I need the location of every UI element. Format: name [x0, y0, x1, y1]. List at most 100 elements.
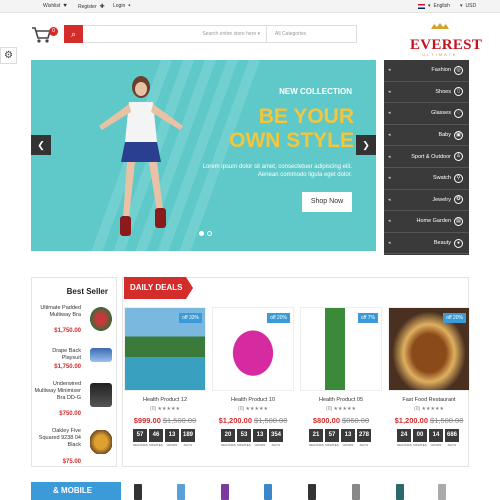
countdown-box: 53 MINUTES: [237, 429, 251, 447]
home-garden-icon: ▤: [454, 216, 463, 226]
countdown-timer: 57 SECONDS 46 MINUTES 13 HOURS 189 DAYS: [133, 429, 195, 447]
phone-thumbnail[interactable]: [352, 484, 360, 500]
countdown-box: 278 DAYS: [357, 429, 371, 447]
search-input[interactable]: Search entire store here ▾: [83, 25, 267, 43]
slider-prev-button[interactable]: ❮: [31, 135, 51, 155]
product-thumbnail[interactable]: [90, 430, 112, 454]
best-seller-name[interactable]: Underwired Multiway Minimiser Bra DD-G: [33, 381, 81, 402]
shop-now-button[interactable]: Shop Now: [302, 192, 352, 212]
chevron-left-icon: ◂: [388, 67, 391, 74]
old-price: $1,500.00: [162, 416, 197, 425]
language-select[interactable]: ▾ English: [418, 3, 450, 9]
currency-select[interactable]: ▾ USD: [460, 3, 476, 9]
countdown-box: 14 HOURS: [429, 429, 443, 447]
best-seller-price: $75.00: [62, 459, 81, 465]
phone-thumbnail[interactable]: [177, 484, 185, 500]
category-item[interactable]: ◂ Jewelry ✪: [384, 190, 469, 212]
category-item[interactable]: ◂ Home Garden ▤: [384, 211, 469, 233]
model-figure: [99, 76, 183, 236]
phone-thumbnail[interactable]: [308, 484, 316, 500]
best-seller-item[interactable]: Underwired Multiway Minimiser Bra DD-G $…: [32, 381, 118, 431]
countdown-value: 14: [429, 429, 443, 442]
cart-icon[interactable]: [31, 26, 51, 44]
countdown-label: DAYS: [272, 443, 280, 447]
countdown-value: 57: [325, 429, 339, 442]
slider-dot-active[interactable]: [199, 231, 204, 236]
product-image[interactable]: off 7%: [300, 307, 382, 391]
category-label: Jewelry: [432, 196, 451, 203]
countdown-value: 20: [221, 429, 235, 442]
product-image[interactable]: off 20%: [212, 307, 294, 391]
category-select[interactable]: All Categories: [267, 25, 357, 43]
beauty-icon: ●: [454, 238, 463, 248]
category-label: Home Garden: [416, 218, 451, 225]
slider-next-button[interactable]: ❯: [356, 135, 376, 155]
chevron-down-icon: ▾: [428, 3, 431, 9]
category-item[interactable]: ◂ Baby ▣: [384, 125, 469, 147]
countdown-label: MINUTES: [149, 443, 163, 447]
phone-thumbnail[interactable]: [396, 484, 404, 500]
wishlist-link[interactable]: Wishlist ♥: [43, 3, 67, 9]
best-seller-name[interactable]: Drape Back Playsuit: [33, 348, 81, 362]
search-button[interactable]: ⌕: [64, 25, 83, 43]
chevron-left-icon: ◂: [388, 240, 391, 247]
deal-product-card[interactable]: off 33% Health Product 12 (0) ★★★★★ $999.00…: [124, 307, 206, 464]
category-item[interactable]: ◂ Glasses ◌: [384, 103, 469, 125]
product-thumbnail[interactable]: [90, 383, 112, 407]
hero-banner[interactable]: NEW COLLECTION BE YOUR OWN STYLE Lorem i…: [31, 60, 376, 251]
logo[interactable]: EVEREST ULTIMATE: [410, 23, 482, 57]
language-label: English: [433, 3, 450, 9]
best-seller-price: $1,750.00: [54, 328, 81, 334]
baby-icon: ▣: [454, 130, 463, 140]
best-seller-item[interactable]: Oakley Five Squared 9238 04 Black $75.00: [32, 428, 118, 478]
product-rating: (0) ★★★★★: [414, 406, 444, 412]
banner-headline-line1: BE YOUR: [258, 105, 354, 128]
best-seller-name[interactable]: Oakley Five Squared 9238 04 Black: [33, 428, 81, 449]
product-image[interactable]: off 20%: [388, 307, 470, 391]
countdown-value: 21: [309, 429, 323, 442]
product-name[interactable]: Health Product 10: [212, 397, 294, 403]
category-item[interactable]: ◂ Shoes ▯: [384, 82, 469, 104]
countdown-label: SECONDS: [397, 443, 412, 447]
glasses-icon: ◌: [454, 108, 463, 118]
phone-thumbnail[interactable]: [134, 484, 142, 500]
banner-subtitle: NEW COLLECTION: [279, 87, 352, 96]
product-thumbnail[interactable]: [90, 348, 112, 362]
register-link[interactable]: Register ✚: [78, 3, 105, 11]
product-price: $1,200.00 $1,500.00: [388, 416, 470, 425]
login-link[interactable]: Login ▪: [113, 3, 130, 9]
deal-product-card[interactable]: off 20% Fast Food Restaurant (0) ★★★★★ $1,2…: [388, 307, 470, 464]
countdown-box: 57 MINUTES: [325, 429, 339, 447]
best-seller-name[interactable]: Ultimate Padded Multiway Bra: [33, 305, 81, 319]
countdown-box: 13 HOURS: [253, 429, 267, 447]
product-name[interactable]: Health Product 12: [124, 397, 206, 403]
countdown-timer: 21 SECONDS 57 MINUTES 13 HOURS 278 DAYS: [309, 429, 371, 447]
countdown-box: 21 SECONDS: [309, 429, 324, 447]
countdown-box: 686 DAYS: [445, 429, 459, 447]
countdown-label: HOURS: [342, 443, 354, 447]
chevron-left-icon: ◂: [388, 88, 391, 95]
banner-headline-line2: OWN STYLE: [229, 129, 354, 152]
product-name[interactable]: Health Product 05: [300, 397, 382, 403]
old-price: $1,500.00: [430, 416, 464, 425]
countdown-label: SECONDS: [133, 443, 148, 447]
product-name[interactable]: Fast Food Restaurant: [388, 397, 470, 403]
category-item[interactable]: ◂ Beauty ●: [384, 233, 469, 255]
banner-text: Lorem ipsum dolor sit amet, consectetuer…: [202, 164, 352, 178]
category-item[interactable]: ◂ Fashion ◎: [384, 60, 469, 82]
settings-button[interactable]: ⚙: [0, 47, 17, 64]
product-thumbnail[interactable]: [90, 307, 112, 331]
product-image[interactable]: off 33%: [124, 307, 206, 391]
mobile-section-tab[interactable]: & MOBILE: [31, 482, 121, 500]
slider-dot[interactable]: [207, 231, 212, 236]
shoes-icon: ▯: [454, 87, 463, 97]
phone-thumbnail[interactable]: [221, 484, 229, 500]
deal-product-card[interactable]: off 20% Health Product 10 (0) ★★★★★ $1,200.…: [212, 307, 294, 464]
countdown-timer: 20 SECONDS 53 MINUTES 13 HOURS 354 DAYS: [221, 429, 283, 447]
category-item[interactable]: ◂ Swatch ⚲: [384, 168, 469, 190]
phone-thumbnail[interactable]: [438, 484, 446, 500]
deal-product-card[interactable]: off 7% Health Product 05 (0) ★★★★★ $800.00 $…: [300, 307, 382, 464]
countdown-label: HOURS: [254, 443, 266, 447]
phone-thumbnail[interactable]: [264, 484, 272, 500]
category-item[interactable]: ◂ Sport & Outdoor ♙: [384, 146, 469, 168]
